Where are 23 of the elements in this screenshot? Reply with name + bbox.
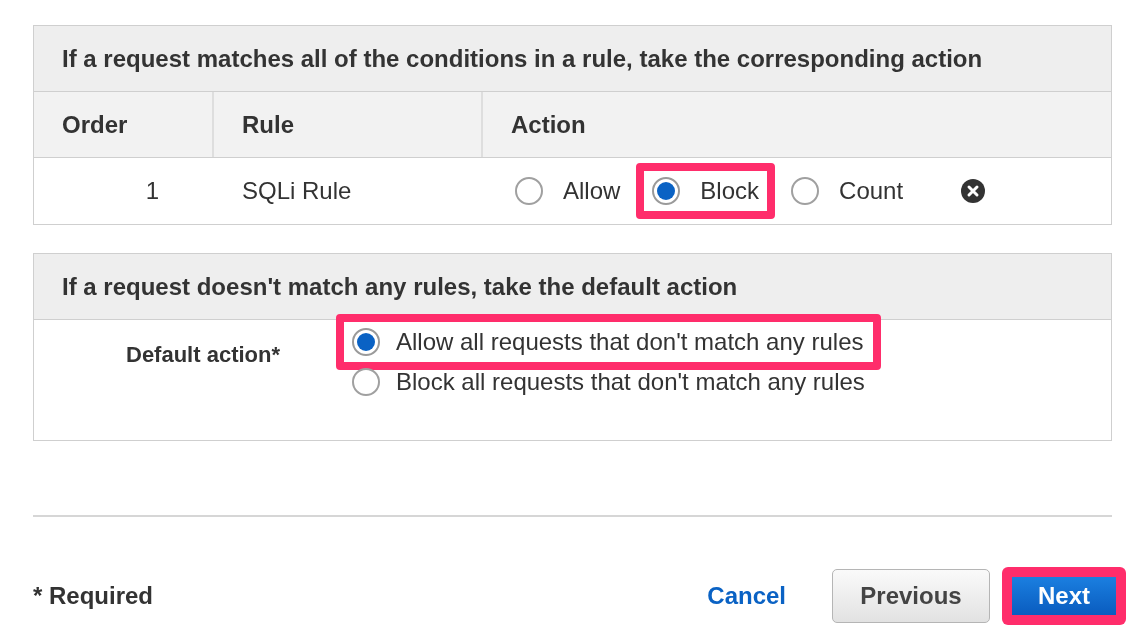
option-label: Block all requests that don't match any rules (396, 367, 865, 397)
radio-button[interactable] (652, 177, 681, 205)
radio-button[interactable] (352, 368, 380, 396)
radio-button[interactable] (352, 328, 380, 356)
table-cell-text: 1 (144, 176, 160, 206)
column-header: Order (34, 92, 214, 157)
field-label: Default action* (125, 341, 282, 369)
panel-title: If a request doesn't match any rules, take the default action (34, 254, 1111, 320)
required-note: * Required (33, 581, 154, 611)
radio-button[interactable] (515, 177, 543, 205)
next-button[interactable]: Next (1012, 577, 1116, 615)
remove-icon[interactable] (961, 179, 986, 203)
panel-title: If a request matches all of the conditions in a rule, take the corresponding action (34, 26, 1111, 92)
column-header: Action (510, 109, 587, 140)
option-label: Allow all requests that don't match any rules (396, 327, 864, 357)
table-cell-text: SQLi Rule (241, 176, 353, 206)
previous-button[interactable]: Previous (832, 569, 990, 623)
column-header: Rule (214, 92, 483, 157)
cancel-link[interactable]: Cancel (707, 578, 786, 614)
option-label: Allow (563, 176, 621, 206)
option-label: Count (839, 176, 904, 206)
radio-button[interactable] (791, 177, 820, 205)
option-label: Block (700, 176, 760, 206)
